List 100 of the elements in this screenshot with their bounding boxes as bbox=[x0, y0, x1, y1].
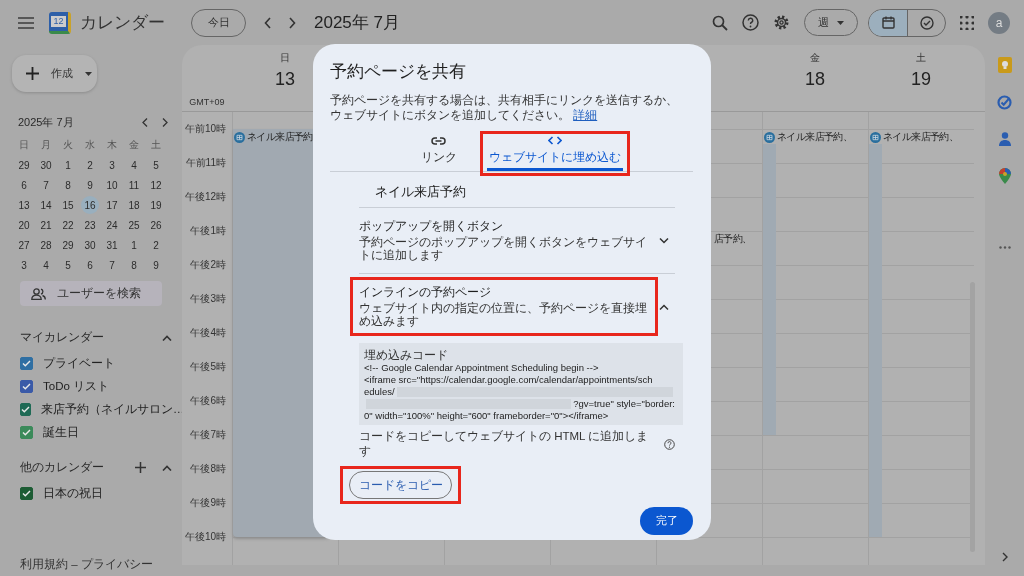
checkbox[interactable] bbox=[20, 426, 33, 439]
event-title[interactable]: ネイル来店予約 bbox=[247, 130, 313, 144]
mini-calendar-day[interactable]: 17 bbox=[103, 196, 121, 214]
chevron-up-icon[interactable] bbox=[162, 464, 172, 471]
help-icon[interactable] bbox=[664, 438, 675, 450]
mini-calendar-day[interactable]: 7 bbox=[103, 256, 121, 274]
weekday-label: 月 bbox=[40, 138, 52, 152]
mini-calendar-day[interactable]: 13 bbox=[15, 196, 33, 214]
help-icon[interactable] bbox=[742, 14, 759, 31]
code-icon bbox=[547, 136, 562, 145]
checkbox[interactable] bbox=[20, 403, 31, 416]
mini-calendar-day[interactable]: 25 bbox=[125, 216, 143, 234]
people-search-field[interactable]: ユーザーを検索 bbox=[20, 281, 162, 306]
settings-icon[interactable] bbox=[773, 14, 790, 31]
day-number[interactable]: 19 bbox=[911, 69, 931, 90]
mini-calendar-day[interactable]: 9 bbox=[81, 176, 99, 194]
event-title[interactable]: ネイル来店予約、 bbox=[777, 130, 853, 144]
mini-calendar-day[interactable]: 15 bbox=[59, 196, 77, 214]
page-name: ネイル来店予約 bbox=[375, 184, 467, 201]
mini-calendar-day[interactable]: 6 bbox=[15, 176, 33, 194]
mini-calendar-day[interactable]: 31 bbox=[103, 236, 121, 254]
mini-calendar-day[interactable]: 4 bbox=[37, 256, 55, 274]
mini-calendar-day[interactable]: 2 bbox=[147, 236, 165, 254]
previous-icon[interactable] bbox=[264, 16, 272, 29]
day-number[interactable]: 13 bbox=[275, 69, 295, 90]
mini-calendar-day[interactable]: 8 bbox=[59, 176, 77, 194]
day-number[interactable]: 18 bbox=[805, 69, 825, 90]
more-icon[interactable] bbox=[998, 246, 1011, 249]
embed-code-field[interactable] bbox=[359, 343, 683, 425]
mini-calendar-day[interactable]: 2 bbox=[81, 156, 99, 174]
calendar-grid-icon bbox=[764, 131, 775, 143]
chevron-down-icon[interactable] bbox=[659, 237, 669, 244]
mini-calendar-day[interactable]: 20 bbox=[15, 216, 33, 234]
time-label: 午前10時 bbox=[184, 123, 226, 135]
chevron-up-icon[interactable] bbox=[659, 303, 669, 310]
mini-calendar-day[interactable]: 30 bbox=[37, 156, 55, 174]
mini-calendar-day[interactable]: 19 bbox=[147, 196, 165, 214]
mini-calendar-day[interactable]: 18 bbox=[125, 196, 143, 214]
mini-calendar-day[interactable]: 14 bbox=[37, 196, 55, 214]
checkbox[interactable] bbox=[20, 380, 33, 393]
mini-calendar-day[interactable]: 23 bbox=[81, 216, 99, 234]
event-title[interactable]: ネイル来店予約、 bbox=[883, 130, 959, 144]
done-button[interactable]: 完了 bbox=[640, 507, 693, 535]
section-title: マイカレンダー bbox=[20, 330, 105, 345]
logo-day: 12 bbox=[51, 15, 66, 27]
person-icon[interactable] bbox=[998, 132, 1011, 146]
next-icon[interactable] bbox=[162, 117, 168, 127]
chevron-up-icon[interactable] bbox=[162, 334, 172, 341]
time-label: 午後10時 bbox=[184, 531, 226, 543]
mini-calendar-day[interactable]: 12 bbox=[147, 176, 165, 194]
search-icon[interactable] bbox=[712, 14, 728, 31]
map-pin-icon[interactable] bbox=[998, 168, 1011, 184]
calendar-name: 日本の祝日 bbox=[43, 486, 103, 501]
mini-calendar-day[interactable]: 3 bbox=[15, 256, 33, 274]
section-subtitle: ウェブサイト内の指定の位置に、予約ページを直接埋め込みます bbox=[359, 302, 648, 328]
tasks-check-icon[interactable] bbox=[997, 95, 1012, 110]
tab[interactable]: ウェブサイトに埋め込む bbox=[486, 136, 623, 171]
next-icon[interactable] bbox=[288, 16, 296, 29]
time-label: 午後9時 bbox=[190, 497, 226, 509]
mini-calendar-day[interactable]: 8 bbox=[125, 256, 143, 274]
mini-calendar-day[interactable]: 1 bbox=[125, 236, 143, 254]
chevron-right-icon[interactable] bbox=[1001, 552, 1008, 562]
mini-calendar-day[interactable]: 10 bbox=[103, 176, 121, 194]
mini-calendar-day[interactable]: 3 bbox=[103, 156, 121, 174]
mini-calendar-day[interactable]: 22 bbox=[59, 216, 77, 234]
mini-calendar-day[interactable]: 6 bbox=[81, 256, 99, 274]
terms-privacy-link[interactable]: 利用規約 – プライバシー bbox=[20, 557, 153, 572]
mini-calendar-day[interactable]: 9 bbox=[147, 256, 165, 274]
mini-calendar-day[interactable]: 27 bbox=[15, 236, 33, 254]
mini-calendar-day[interactable]: 16 bbox=[81, 196, 99, 214]
calendar-view-button[interactable] bbox=[869, 9, 907, 36]
time-label: 午後1時 bbox=[190, 225, 226, 237]
mini-calendar-day[interactable]: 4 bbox=[125, 156, 143, 174]
mini-calendar-day[interactable]: 7 bbox=[37, 176, 55, 194]
event-title[interactable]: 店予約、 bbox=[714, 232, 752, 246]
mini-calendar-day[interactable]: 28 bbox=[37, 236, 55, 254]
mini-calendar-day[interactable]: 29 bbox=[59, 236, 77, 254]
apps-grid-icon[interactable] bbox=[960, 15, 974, 30]
learn-more-link[interactable]: 詳細 bbox=[573, 109, 598, 121]
mini-calendar-day[interactable]: 11 bbox=[125, 176, 143, 194]
checkbox[interactable] bbox=[20, 357, 33, 370]
mini-calendar-day[interactable]: 5 bbox=[147, 156, 165, 174]
mini-calendar-day[interactable]: 5 bbox=[59, 256, 77, 274]
mini-calendar-day[interactable]: 24 bbox=[103, 216, 121, 234]
section-title[interactable]: ポップアップを開くボタン bbox=[359, 219, 649, 234]
section-title: 他のカレンダー bbox=[20, 460, 105, 475]
plus-icon[interactable] bbox=[135, 462, 146, 473]
section-title[interactable]: インラインの予約ページ bbox=[359, 285, 649, 300]
tab[interactable]: リンク bbox=[418, 137, 459, 171]
mini-calendar-day[interactable]: 26 bbox=[147, 216, 165, 234]
checkbox[interactable] bbox=[20, 487, 33, 500]
mini-calendar-day[interactable]: 29 bbox=[15, 156, 33, 174]
create-button[interactable]: 作成 bbox=[12, 55, 97, 92]
menu-icon[interactable] bbox=[18, 16, 34, 29]
mini-calendar-day[interactable]: 21 bbox=[37, 216, 55, 234]
code-line: <iframe src="https://calendar.google.com/calendar/appointments/sch bbox=[364, 374, 653, 386]
previous-icon[interactable] bbox=[142, 117, 148, 127]
mini-calendar-day[interactable]: 1 bbox=[59, 156, 77, 174]
avatar[interactable]: a bbox=[988, 11, 1010, 34]
mini-calendar-day[interactable]: 30 bbox=[81, 236, 99, 254]
